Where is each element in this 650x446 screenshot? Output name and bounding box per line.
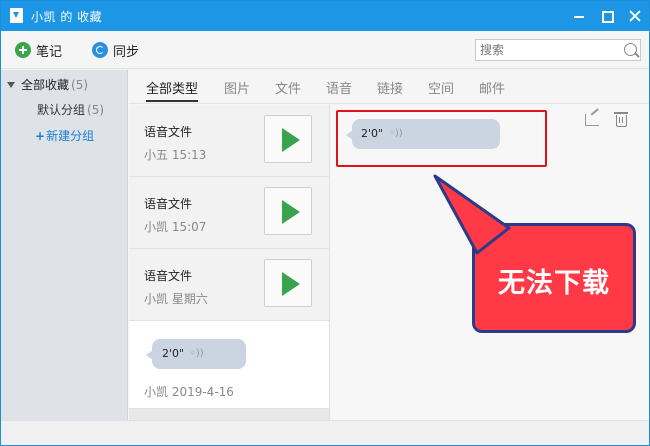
- plus-icon: +: [35, 129, 46, 143]
- title-bar: 小凯 的 收藏: [1, 1, 649, 31]
- voice-wave-icon: ◦)): [389, 128, 403, 139]
- item-title: 语音文件: [144, 197, 193, 211]
- sidebar-all-count: (5): [71, 78, 89, 92]
- list-item[interactable]: 语音文件 小五 15:13: [129, 105, 329, 177]
- item-title: 语音文件: [144, 125, 193, 139]
- sync-label: 同步: [113, 44, 140, 60]
- play-button[interactable]: [264, 187, 312, 235]
- collection-window: 小凯 的 收藏 笔记 同步 全部收藏(5) 默认分组(5) +新建分组: [0, 0, 650, 446]
- tab-all-types[interactable]: 全部类型: [146, 78, 199, 102]
- play-button[interactable]: [264, 259, 312, 307]
- callout-pointer: [433, 174, 511, 255]
- sidebar-default-count: (5): [87, 103, 105, 117]
- list-item[interactable]: 语音文件 小凯 星期六: [129, 249, 329, 321]
- bookmark-icon: [10, 8, 23, 23]
- sidebar-all-label: 全部收藏: [21, 78, 70, 92]
- callout-text: 无法下载: [498, 268, 610, 299]
- voice-message-bubble[interactable]: 2'0" ◦)): [346, 119, 500, 149]
- tab-images[interactable]: 图片: [224, 78, 250, 102]
- status-bar: [1, 420, 649, 445]
- sidebar-item-all[interactable]: 全部收藏 (5): [7, 73, 88, 97]
- new-group-label: 新建分组: [46, 129, 95, 143]
- toolbar: 笔记 同步: [1, 31, 649, 69]
- filter-tabs: 全部类型 图片 文件 语音 链接 空间 邮件: [129, 70, 649, 104]
- collection-list: 语音文件 小五 15:13 语音文件 小凯 15:07 语音文件 小凯 星期六 …: [129, 105, 330, 420]
- search-icon[interactable]: [624, 43, 637, 56]
- voice-duration: 2'0": [361, 127, 384, 140]
- item-meta: 小凯 星期六: [144, 292, 208, 306]
- item-title: 语音文件: [144, 269, 193, 283]
- sidebar-default-label: 默认分组: [37, 103, 86, 117]
- sync-button[interactable]: 同步: [92, 40, 139, 60]
- minimize-button[interactable]: [569, 6, 589, 26]
- search-box: [475, 39, 641, 61]
- sidebar-item-default-group[interactable]: 默认分组 (5): [37, 98, 104, 122]
- tab-links[interactable]: 链接: [377, 78, 403, 102]
- voice-wave-icon: ◦)): [190, 348, 204, 359]
- trash-icon[interactable]: [614, 112, 628, 127]
- item-meta: 小凯 15:07: [144, 220, 207, 234]
- new-group-button[interactable]: +新建分组: [35, 124, 94, 148]
- plus-icon: [15, 42, 31, 58]
- maximize-button[interactable]: [597, 6, 617, 26]
- tab-voice[interactable]: 语音: [326, 78, 352, 102]
- new-note-label: 笔记: [36, 44, 63, 60]
- list-bottom-strip: [129, 409, 329, 420]
- new-note-button[interactable]: 笔记: [15, 40, 62, 60]
- tab-files[interactable]: 文件: [275, 78, 301, 102]
- sidebar: 全部收藏 (5) 默认分组 (5) +新建分组: [1, 70, 128, 420]
- item-meta: 小五 15:13: [144, 148, 207, 162]
- window-title: 小凯 的 收藏: [31, 10, 103, 24]
- caret-down-icon[interactable]: [7, 82, 15, 88]
- item-meta: 小凯 2019-4-16: [144, 385, 234, 399]
- voice-duration: 2'0": [162, 347, 185, 360]
- search-input[interactable]: [476, 40, 616, 60]
- tab-mail[interactable]: 邮件: [479, 78, 505, 102]
- close-button[interactable]: [625, 6, 645, 26]
- list-item-selected[interactable]: 2'0" ◦)) 小凯 2019-4-16: [129, 321, 329, 409]
- share-icon[interactable]: [585, 114, 599, 126]
- tab-space[interactable]: 空间: [428, 78, 454, 102]
- voice-message-bubble[interactable]: 2'0" ◦)): [146, 339, 246, 369]
- list-item[interactable]: 语音文件 小凯 15:07: [129, 177, 329, 249]
- play-button[interactable]: [264, 115, 312, 163]
- sync-icon: [92, 42, 108, 58]
